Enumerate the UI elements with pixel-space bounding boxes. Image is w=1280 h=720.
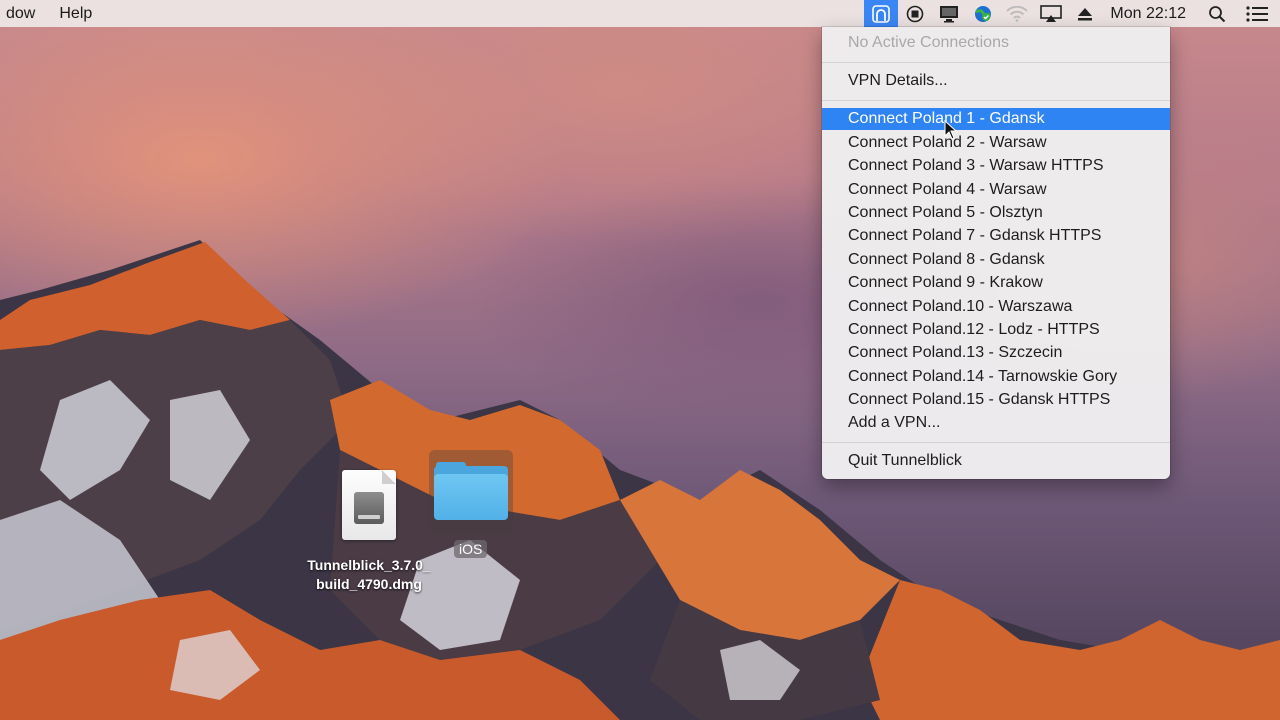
vpn-details-item[interactable]: VPN Details... <box>822 70 1170 92</box>
add-vpn-item[interactable]: Add a VPN... <box>822 412 1170 434</box>
connect-item[interactable]: Connect Poland 1 - Gdansk <box>822 108 1170 130</box>
notification-center-icon[interactable] <box>1234 0 1280 27</box>
eject-icon[interactable] <box>1068 0 1102 27</box>
menu-bar: dow Help Mon 22:12 <box>0 0 1280 27</box>
status-area: Mon 22:12 <box>864 0 1280 27</box>
connect-item[interactable]: Connect Poland.10 - Warszawa <box>822 296 1170 318</box>
connect-item[interactable]: Connect Poland.15 - Gdansk HTTPS <box>822 389 1170 411</box>
quit-tunnelblick-item[interactable]: Quit Tunnelblick <box>822 450 1170 472</box>
connect-item[interactable]: Connect Poland 9 - Krakow <box>822 272 1170 294</box>
tunnelblick-menu: No Active Connections VPN Details... Con… <box>822 27 1170 479</box>
app-menus: dow Help <box>0 5 104 23</box>
record-icon[interactable] <box>898 0 932 27</box>
menu-separator <box>822 442 1170 443</box>
display-icon[interactable] <box>932 0 966 27</box>
vpn-status-icon[interactable] <box>966 0 1000 27</box>
connect-item[interactable]: Connect Poland.14 - Tarnowskie Gory <box>822 366 1170 388</box>
spotlight-search-icon[interactable] <box>1200 0 1234 27</box>
connect-item[interactable]: Connect Poland 3 - Warsaw HTTPS <box>822 155 1170 177</box>
connect-item[interactable]: Connect Poland 8 - Gdansk <box>822 249 1170 271</box>
connect-item[interactable]: Connect Poland 5 - Olsztyn <box>822 202 1170 224</box>
disk-image-icon <box>342 470 396 540</box>
connect-item[interactable]: Connect Poland 4 - Warsaw <box>822 179 1170 201</box>
connection-status: No Active Connections <box>848 34 1009 51</box>
menu-separator <box>822 100 1170 101</box>
connect-item[interactable]: Connect Poland 2 - Warsaw <box>822 132 1170 154</box>
mouse-cursor-icon <box>944 120 958 140</box>
connect-item[interactable]: Connect Poland 7 - Gdansk HTTPS <box>822 225 1170 247</box>
airplay-icon[interactable] <box>1034 0 1068 27</box>
folder-label: iOS <box>454 540 488 558</box>
connect-item[interactable]: Connect Poland.13 - Szczecin <box>822 342 1170 364</box>
clock[interactable]: Mon 22:12 <box>1102 5 1200 23</box>
menu-window[interactable]: dow <box>0 5 47 23</box>
connect-item[interactable]: Connect Poland.12 - Lodz - HTTPS <box>822 319 1170 341</box>
tunnelblick-icon[interactable] <box>864 0 899 27</box>
menu-separator <box>822 62 1170 63</box>
wifi-icon[interactable] <box>1000 0 1034 27</box>
dmg-file-label: Tunnelblick_3.7.0_ build_4790.dmg <box>307 557 431 592</box>
menu-help[interactable]: Help <box>47 5 104 23</box>
